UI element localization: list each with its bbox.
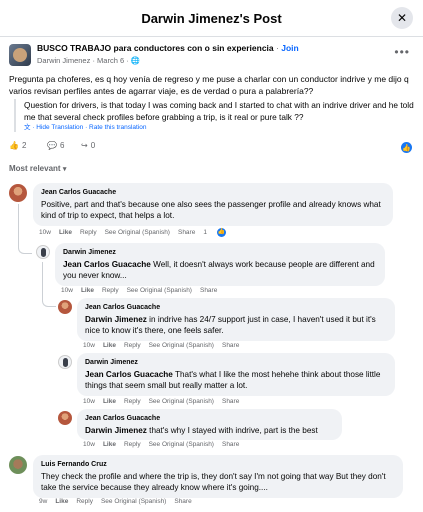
- avatar[interactable]: [9, 456, 27, 474]
- avatar[interactable]: [36, 245, 50, 259]
- commenter-name[interactable]: Luis Fernando Cruz: [41, 459, 395, 471]
- group-avatar[interactable]: [9, 44, 31, 66]
- close-button[interactable]: ✕: [391, 7, 413, 29]
- see-original-link[interactable]: See Original (Spanish): [149, 441, 214, 448]
- comment-actions: 9w Like Reply See Original (Spanish) Share: [39, 498, 192, 505]
- share-button[interactable]: Share: [222, 441, 239, 448]
- translation-block: Question for drivers, is that today I wa…: [14, 99, 414, 132]
- avatar[interactable]: [58, 411, 72, 425]
- avatar[interactable]: [58, 355, 72, 369]
- mention-link[interactable]: Darwin Jimenez: [85, 426, 147, 435]
- comment-text: that's why I stayed with indrive, part i…: [146, 425, 318, 435]
- like-button[interactable]: Like: [103, 342, 116, 349]
- mention-link[interactable]: Jean Carlos Guacache: [85, 370, 173, 379]
- comment-bubble: Jean Carlos Guacache Darwin Jimenez that…: [77, 409, 342, 440]
- comment-bubble: Jean Carlos Guacache Positive, part and …: [33, 183, 393, 226]
- globe-icon: 🌐: [130, 56, 141, 65]
- share-button[interactable]: Share: [222, 398, 239, 405]
- group-name[interactable]: BUSCO TRABAJO para conductores con o sin…: [37, 43, 274, 53]
- post-header: BUSCO TRABAJO para conductores con o sin…: [9, 43, 414, 69]
- dialog-title: Darwin Jimenez's Post: [141, 10, 282, 26]
- comment-filter[interactable]: Most relevant ▾: [9, 164, 66, 173]
- like-button[interactable]: Like: [81, 287, 94, 294]
- post-dialog-header: Darwin Jimenez's Post ✕: [0, 0, 423, 37]
- comment-actions: 10w Like Reply See Original (Spanish) Share: [83, 342, 240, 349]
- like-button[interactable]: Like: [59, 229, 72, 236]
- mention-link[interactable]: Jean Carlos Guacache: [63, 260, 151, 269]
- comment-actions: 10w Like Reply See Original (Spanish) Share: [61, 287, 218, 294]
- hide-translation-link[interactable]: Hide Translation: [36, 124, 83, 131]
- share-icon: ↪: [81, 141, 88, 150]
- post-text: Pregunta pa choferes, es q hoy venía de …: [9, 74, 409, 96]
- see-original-link[interactable]: See Original (Spanish): [149, 342, 214, 349]
- comment-bubble: Darwin Jimenez Jean Carlos Guacache That…: [77, 353, 395, 396]
- like-button[interactable]: Like: [103, 398, 116, 405]
- avatar[interactable]: [58, 300, 72, 314]
- share-button[interactable]: Share: [174, 498, 191, 505]
- reply-button[interactable]: Reply: [124, 398, 141, 405]
- reply-button[interactable]: Reply: [102, 287, 119, 294]
- translation-text: Question for drivers, is that today I wa…: [24, 100, 414, 122]
- comment-actions: 10w Like Reply See Original (Spanish) Share: [83, 441, 240, 448]
- commenter-name[interactable]: Jean Carlos Guacache: [41, 187, 385, 199]
- comment-bubble: Darwin Jimenez Jean Carlos Guacache Well…: [55, 243, 385, 286]
- close-icon: ✕: [396, 11, 408, 25]
- like-button[interactable]: Like: [55, 498, 68, 505]
- comment-actions: 10w Like Reply See Original (Spanish) Share 1…: [39, 228, 242, 237]
- post-date[interactable]: March 6: [97, 56, 124, 65]
- thumbs-up-icon: 👍: [9, 141, 19, 150]
- join-link[interactable]: Join: [281, 43, 298, 53]
- comment-bubble: Jean Carlos Guacache Darwin Jimenez in i…: [77, 298, 395, 341]
- see-original-link[interactable]: See Original (Spanish): [105, 229, 170, 236]
- comment-text: Positive, part and that's because one al…: [41, 199, 381, 221]
- reply-button[interactable]: Reply: [80, 229, 97, 236]
- comment-text: They check the profile and where the tri…: [41, 471, 386, 493]
- post-author[interactable]: Darwin Jimenez: [37, 56, 90, 65]
- more-options-icon[interactable]: •••: [394, 45, 410, 59]
- commenter-name[interactable]: Darwin Jimenez: [85, 357, 387, 369]
- share-button[interactable]: Share: [178, 229, 195, 236]
- share-stat[interactable]: ↪ 0: [81, 141, 95, 150]
- comment-actions: 10w Like Reply See Original (Spanish) Share: [83, 398, 240, 405]
- comment-bubble: Luis Fernando Cruz They check the profil…: [33, 455, 403, 498]
- see-original-link[interactable]: See Original (Spanish): [149, 398, 214, 405]
- see-original-link[interactable]: See Original (Spanish): [101, 498, 166, 505]
- thread-line: [42, 262, 56, 307]
- like-stat[interactable]: 👍 2: [9, 141, 26, 150]
- avatar[interactable]: [9, 184, 27, 202]
- comment-icon: 💬: [47, 141, 57, 150]
- see-original-link[interactable]: See Original (Spanish): [127, 287, 192, 294]
- share-button[interactable]: Share: [200, 287, 217, 294]
- like-button[interactable]: Like: [103, 441, 116, 448]
- translate-icon: 文: [24, 124, 31, 131]
- commenter-name[interactable]: Darwin Jimenez: [63, 247, 377, 259]
- mention-link[interactable]: Darwin Jimenez: [85, 315, 147, 324]
- commenter-name[interactable]: Jean Carlos Guacache: [85, 302, 387, 314]
- rate-translation-link[interactable]: Rate this translation: [89, 124, 146, 131]
- comment-stat[interactable]: 💬 6: [47, 141, 64, 150]
- reaction-count[interactable]: 1 👍: [203, 228, 233, 237]
- commenter-name[interactable]: Jean Carlos Guacache: [85, 413, 334, 425]
- reply-button[interactable]: Reply: [124, 441, 141, 448]
- post-stats: 👍 2 💬 6 ↪ 0 👍: [9, 141, 414, 155]
- like-reaction-icon: 👍: [216, 228, 226, 237]
- thread-line: [18, 204, 32, 254]
- share-button[interactable]: Share: [222, 342, 239, 349]
- reply-button[interactable]: Reply: [76, 498, 93, 505]
- like-reaction-icon[interactable]: 👍: [401, 142, 412, 153]
- reply-button[interactable]: Reply: [124, 342, 141, 349]
- chevron-down-icon: ▾: [62, 166, 67, 173]
